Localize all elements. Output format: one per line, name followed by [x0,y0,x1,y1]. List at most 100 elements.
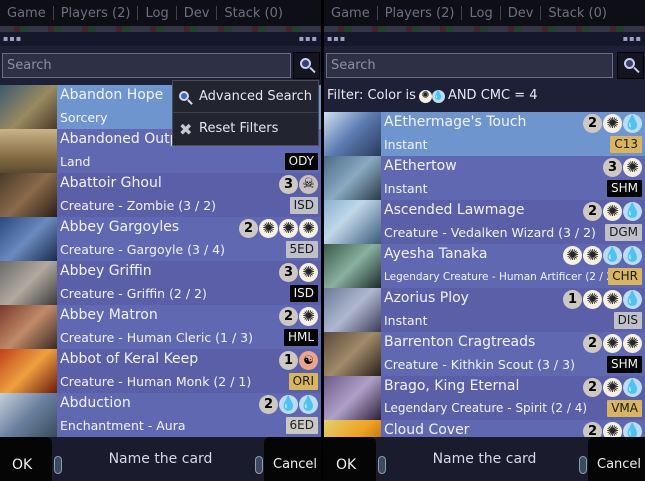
card-name: Abandon Hope [60,87,164,103]
search-button[interactable] [293,52,320,79]
mana-generic-icon: 3 [279,175,298,194]
mana-generic-icon: 1 [563,290,582,309]
tab-log[interactable]: Log [462,6,499,21]
card-row[interactable]: AEthertow Instant 3 ✺ SHM [324,156,645,200]
set-badge: CHR [608,268,642,285]
card-row[interactable]: Azorius Ploy Instant 1 ✺ ✺ 💧 DIS [324,288,645,332]
set-badge: HML [283,329,318,346]
mana-cost: 2 ✺ 💧 [583,378,642,397]
bottom-bar: OK Name the card Cancel [0,437,321,481]
card-row[interactable]: Abattoir Ghoul Creature - Zombie (3 / 2)… [0,173,321,217]
top-tab-bar: Game Players (2) Log Dev Stack (0) [0,0,321,26]
mana-generic-icon: 3 [603,158,622,177]
cancel-button[interactable]: Cancel [264,437,321,481]
card-art [0,349,57,393]
card-row[interactable]: AEthermage's Touch Instant 2 ✺ 💧 C13 [324,112,645,156]
mana-blue-icon: 💧 [623,246,642,265]
card-row[interactable]: Ascended Lawmage Creature - Vedalken Wiz… [324,200,645,244]
mana-generic-icon: 3 [279,263,298,282]
mana-white-icon: ✺ [259,219,278,238]
menu-item-reset-filters[interactable]: ✖ Reset Filters [173,113,318,145]
card-type: Creature - Kithkin Scout (3 / 3) [384,357,575,372]
card-row[interactable]: Barrenton Cragtreads Creature - Kithkin … [324,332,645,376]
card-art [324,376,381,420]
card-row[interactable]: Brago, King Eternal Legendary Creature -… [324,376,645,420]
mana-generic-icon: 2 [583,334,602,353]
card-type: Sorcery [60,110,108,125]
card-type: Creature - Griffin (2 / 2) [60,286,207,301]
search-input[interactable]: Search [2,53,291,78]
mana-white-icon: ✺ [583,290,602,309]
tab-dev[interactable]: Dev [177,6,217,21]
set-badge: ORI [288,373,318,390]
mana-white-icon: ✺ [583,246,602,265]
search-input[interactable]: Search [326,53,613,78]
mana-generic-icon: 2 [259,395,278,414]
card-name: Brago, King Eternal [384,378,520,394]
tab-stack[interactable]: Stack (0) [541,6,614,21]
card-row[interactable]: Abbey Gargoyles Creature - Gargoyle (3 /… [0,217,321,261]
knob-decoration [579,456,587,474]
right-panel: Game Players (2) Log Dev Stack (0) ▪▪▪ ▪… [324,0,645,481]
tab-players[interactable]: Players (2) [378,6,462,21]
mana-generic-icon: 2 [583,114,602,133]
tab-players[interactable]: Players (2) [54,6,138,21]
tab-stack[interactable]: Stack (0) [217,6,290,21]
mana-blue-icon: 💧 [431,89,445,103]
mana-white-icon: ✺ [418,89,432,103]
search-options-menu: Advanced Search ✖ Reset Filters [172,80,319,146]
filter-suffix: AND CMC = 4 [447,88,538,103]
card-art [324,288,381,332]
resize-handle-bar[interactable]: ▪▪▪ ▪▪▪ [324,32,645,46]
cancel-button[interactable]: Cancel [588,437,645,481]
card-art [0,85,57,129]
mana-white-icon: ✺ [299,219,318,238]
mana-cost: 2 ✺ ✺ ✺ [239,219,318,238]
mana-cost: ✺ ✺ 💧 💧 [563,246,642,265]
resize-handle-bar[interactable]: ▪▪▪ ▪▪▪ [0,32,321,46]
card-row[interactable]: Abbey Matron Creature - Human Cleric (1 … [0,305,321,349]
card-row[interactable]: Abduction Enchantment - Aura 2 💧 💧 6ED [0,393,321,437]
card-art [0,261,57,305]
card-type: Enchantment - Aura [60,418,186,433]
mana-cost: 2 ✺ [279,307,318,326]
card-name: Azorius Ploy [384,290,469,306]
card-type: Legendary Creature - Human Artificer (2 … [384,271,617,283]
card-row[interactable]: Abbey Griffin Creature - Griffin (2 / 2)… [0,261,321,305]
mana-blue-icon: 💧 [603,246,622,265]
ok-button[interactable]: OK [324,437,376,481]
mana-cost: 2 ✺ 💧 [583,202,642,221]
mana-white-icon: ✺ [299,263,318,282]
card-type: Creature - Gargoyle (3 / 4) [60,242,225,257]
mana-red-icon: ☯ [299,351,318,370]
search-row: Search [324,48,645,80]
search-button[interactable] [617,52,644,79]
mana-cost: 3 ✺ [603,158,642,177]
tab-log[interactable]: Log [138,6,175,21]
card-art [324,332,381,376]
active-filter-summary: Filter: Color is ✺ 💧 AND CMC = 4 [324,82,645,110]
grip-dots-icon: ▪▪▪ [327,34,347,43]
card-art [324,112,381,156]
card-type: Instant [384,137,428,152]
set-badge: DGM [605,224,642,241]
set-badge: DIS [613,312,642,329]
ok-button[interactable]: OK [0,437,52,481]
tab-game[interactable]: Game [324,6,377,21]
set-badge: SHM [607,356,642,373]
set-badge: ODY [284,153,318,170]
card-type: Instant [384,313,428,328]
mana-blue-icon: 💧 [623,378,642,397]
left-panel: Game Players (2) Log Dev Stack (0) ▪▪▪ ▪… [0,0,321,481]
mana-white-blue-hybrid-icon: ✺ [603,334,622,353]
card-row[interactable]: Ayesha Tanaka Legendary Creature - Human… [324,244,645,288]
mana-white-icon: ✺ [603,378,622,397]
tab-game[interactable]: Game [0,6,53,21]
card-name: AEthertow [384,158,457,174]
card-art [0,217,57,261]
mana-cost: 2 ✺ 💧 [583,114,642,133]
card-row[interactable]: Abbot of Keral Keep Creature - Human Mon… [0,349,321,393]
menu-item-advanced-search[interactable]: Advanced Search [173,81,318,113]
tab-dev[interactable]: Dev [501,6,541,21]
card-name: Ascended Lawmage [384,202,525,218]
